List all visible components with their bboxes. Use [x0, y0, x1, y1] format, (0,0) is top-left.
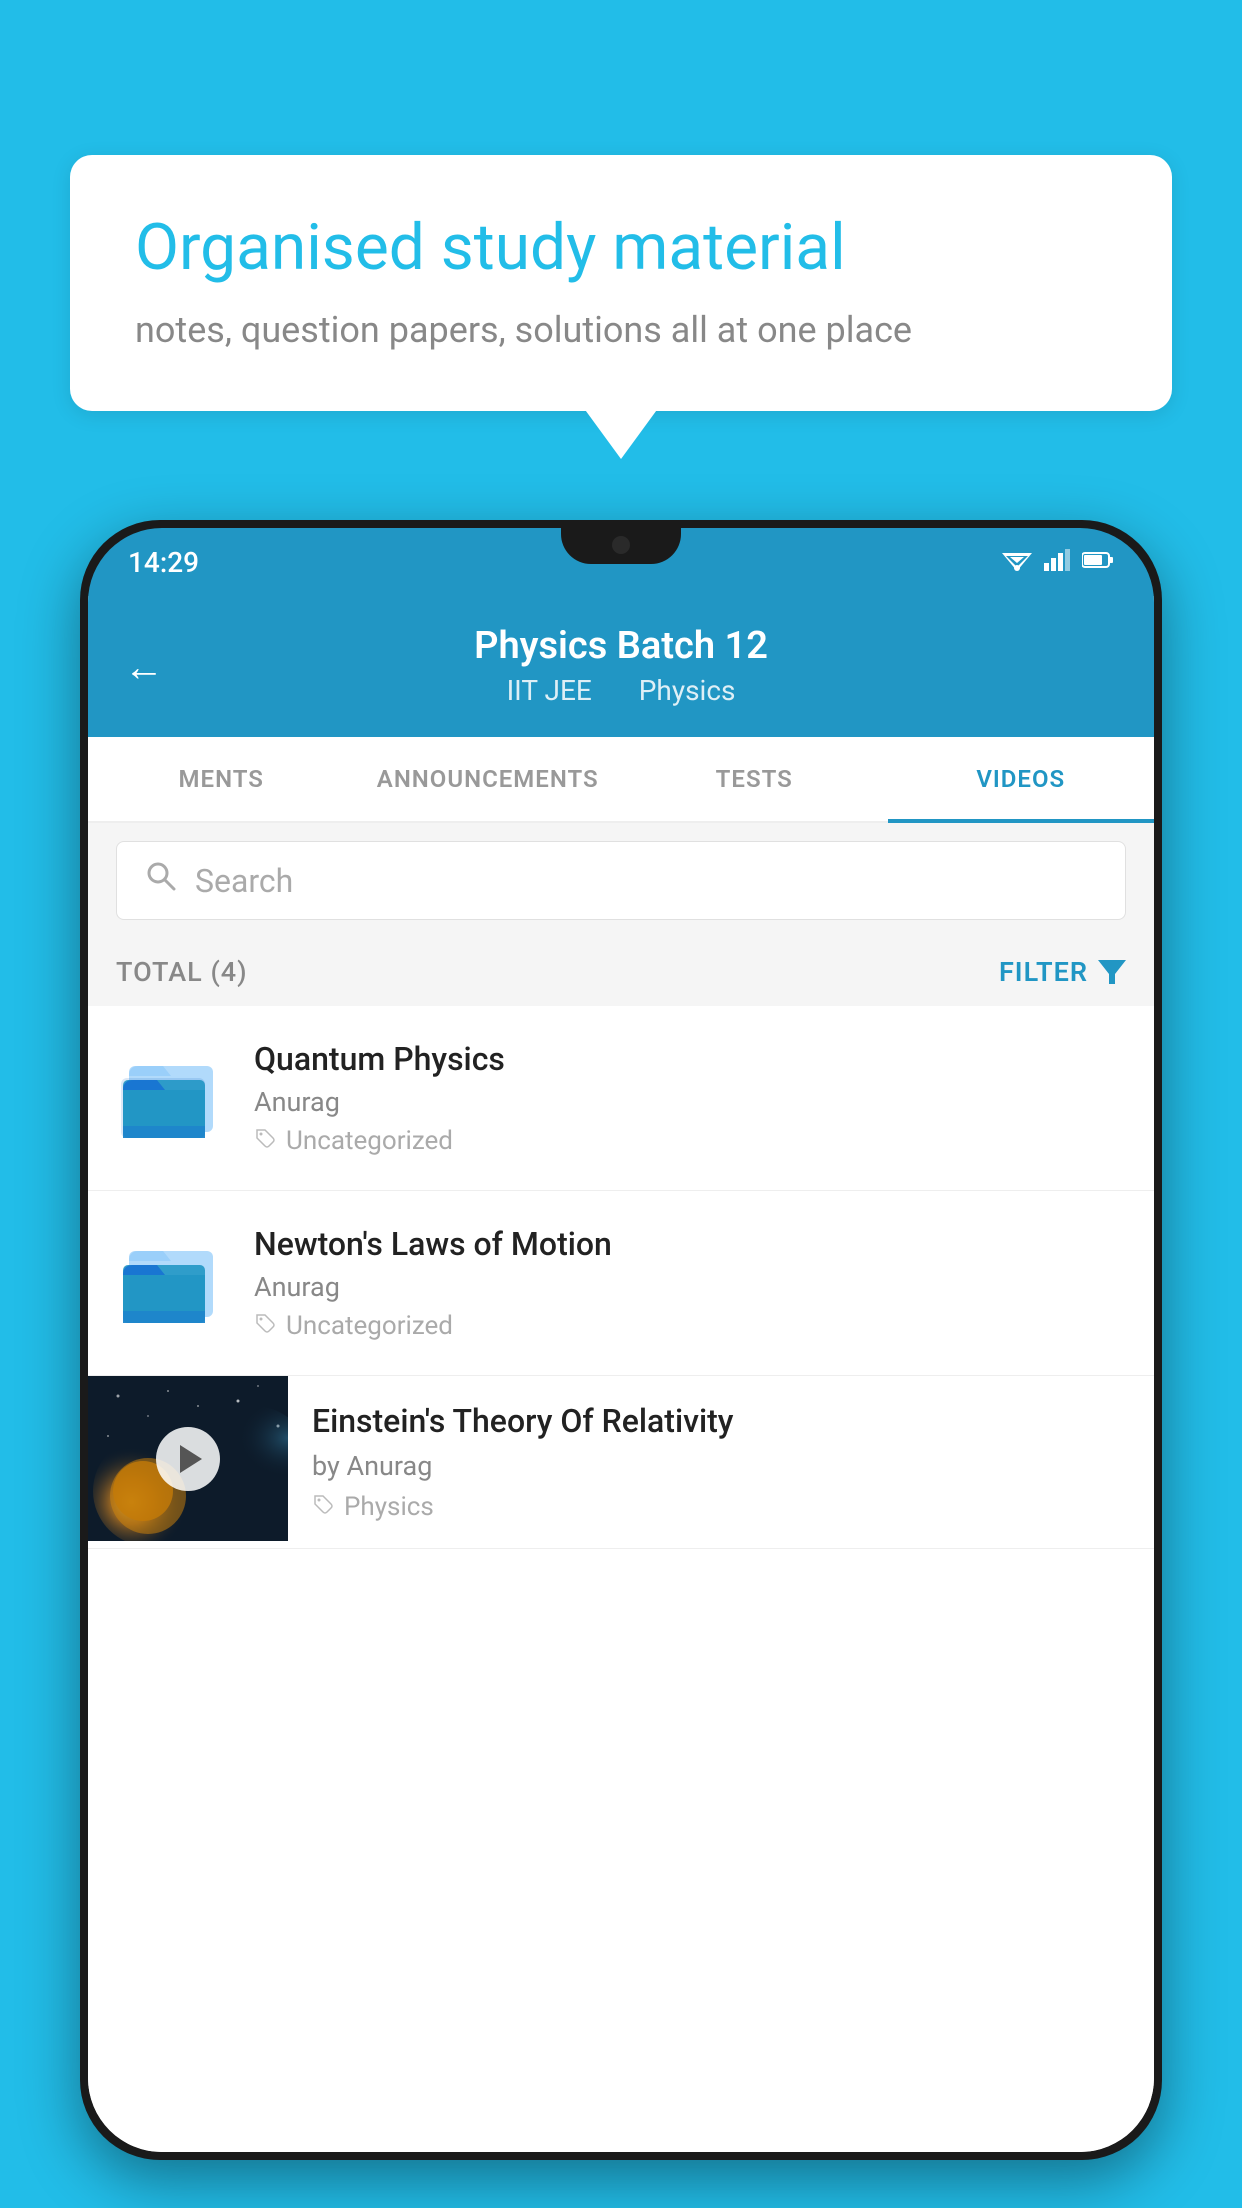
video-title: Quantum Physics	[254, 1040, 1126, 1078]
phone-inner: 14:29	[88, 528, 1154, 2152]
search-icon	[145, 860, 177, 901]
total-count: TOTAL (4)	[116, 956, 248, 988]
camera	[612, 536, 630, 554]
search-container: Search	[88, 823, 1154, 938]
folder-thumb	[116, 1040, 226, 1150]
tabs-bar: MENTS ANNOUNCEMENTS TESTS VIDEOS	[88, 737, 1154, 823]
status-bar: 14:29	[88, 528, 1154, 596]
video-author: Anurag	[254, 1271, 1126, 1303]
video-author: Anurag	[254, 1086, 1126, 1118]
tab-announcements[interactable]: ANNOUNCEMENTS	[355, 737, 622, 821]
tag-label: Uncategorized	[286, 1311, 453, 1341]
play-button[interactable]	[156, 1427, 220, 1491]
list-item[interactable]: Newton's Laws of Motion Anurag Uncategor…	[88, 1191, 1154, 1376]
screen: ← Physics Batch 12 IIT JEE Physics MENTS…	[88, 596, 1154, 2152]
filter-row: TOTAL (4) FILTER	[88, 938, 1154, 1006]
filter-label: FILTER	[999, 956, 1088, 988]
notch	[561, 528, 681, 564]
back-button[interactable]: ←	[124, 643, 164, 690]
video-info: Einstein's Theory Of Relativity by Anura…	[288, 1376, 1154, 1548]
tag-icon	[312, 1492, 334, 1522]
app-bar-title: Physics Batch 12	[128, 624, 1114, 668]
video-tag: Uncategorized	[254, 1126, 1126, 1156]
video-info: Newton's Laws of Motion Anurag Uncategor…	[254, 1225, 1126, 1341]
status-icons	[1002, 549, 1114, 575]
list-item[interactable]: Einstein's Theory Of Relativity by Anura…	[88, 1376, 1154, 1549]
battery-icon	[1082, 551, 1114, 573]
phone-frame: 14:29	[80, 520, 1162, 2160]
subtitle-part2: Physics	[639, 674, 736, 707]
wifi-icon	[1002, 549, 1032, 575]
filter-button[interactable]: FILTER	[999, 956, 1126, 988]
list-item[interactable]: Quantum Physics Anurag Uncategorized	[88, 1006, 1154, 1191]
video-info: Quantum Physics Anurag Uncategorized	[254, 1040, 1126, 1156]
video-title: Newton's Laws of Motion	[254, 1225, 1126, 1263]
tag-icon	[254, 1311, 276, 1341]
tag-label: Physics	[344, 1492, 434, 1522]
bubble-title: Organised study material	[135, 210, 1107, 287]
video-thumbnail	[88, 1376, 288, 1541]
signal-icon	[1044, 549, 1070, 575]
tag-icon	[254, 1126, 276, 1156]
video-tag: Uncategorized	[254, 1311, 1126, 1341]
status-time: 14:29	[128, 546, 199, 579]
bubble-subtitle: notes, question papers, solutions all at…	[135, 309, 1107, 351]
speech-bubble-section: Organised study material notes, question…	[70, 155, 1172, 411]
tab-videos[interactable]: VIDEOS	[888, 737, 1155, 821]
video-list: Quantum Physics Anurag Uncategorized	[88, 1006, 1154, 2152]
tab-tests[interactable]: TESTS	[621, 737, 888, 821]
tab-ments[interactable]: MENTS	[88, 737, 355, 821]
app-bar-subtitle: IIT JEE Physics	[128, 674, 1114, 707]
video-author: by Anurag	[312, 1450, 1130, 1482]
search-bar[interactable]: Search	[116, 841, 1126, 920]
tag-label: Uncategorized	[286, 1126, 453, 1156]
video-tag: Physics	[312, 1492, 1130, 1522]
video-title: Einstein's Theory Of Relativity	[312, 1402, 1130, 1440]
folder-thumb	[116, 1225, 226, 1335]
search-placeholder: Search	[195, 862, 293, 900]
speech-bubble: Organised study material notes, question…	[70, 155, 1172, 411]
subtitle-part1: IIT JEE	[507, 674, 592, 707]
play-triangle	[180, 1445, 202, 1473]
app-bar: ← Physics Batch 12 IIT JEE Physics	[88, 596, 1154, 737]
